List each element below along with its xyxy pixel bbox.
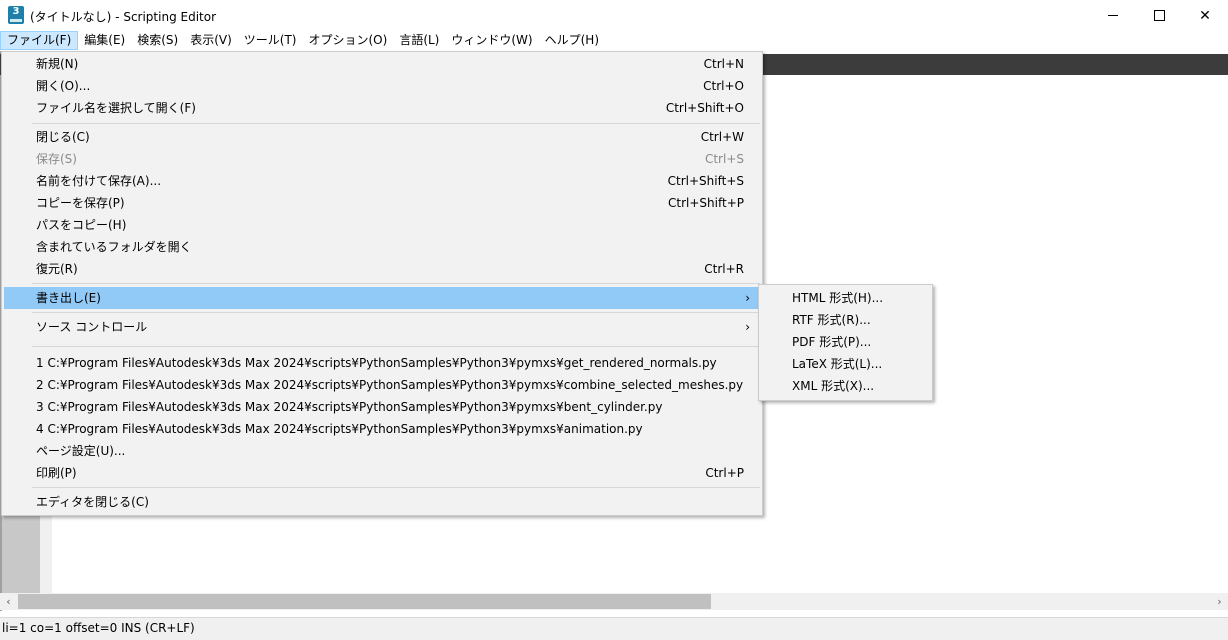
menu-item-label: 印刷(P): [36, 466, 77, 480]
menu-item-label: HTML 形式(H)...: [792, 291, 884, 305]
menu-item-label: 新規(N): [36, 57, 79, 71]
menu-language[interactable]: 言語(L): [393, 31, 445, 50]
menu-item-shortcut: Ctrl+Shift+O: [665, 101, 744, 115]
title-bar: 3 (タイトルなし) - Scripting Editor ✕: [0, 0, 1228, 31]
menu-separator: [32, 487, 760, 488]
menu-item-export[interactable]: 書き出し(E) ›: [4, 287, 760, 309]
menu-item-shortcut: Ctrl+P: [705, 466, 744, 480]
menu-item-source-control[interactable]: ソース コントロール ›: [4, 316, 760, 338]
menu-item-label: 復元(R): [36, 262, 78, 276]
menu-item-label: コピーを保存(P): [36, 196, 125, 210]
export-xml-item[interactable]: XML 形式(X)...: [761, 375, 930, 397]
export-html-item[interactable]: HTML 形式(H)...: [761, 287, 930, 309]
menu-item-label: 開く(O)...: [36, 79, 91, 93]
menu-item-label: ページ設定(U)...: [36, 444, 126, 458]
menu-item-shortcut: Ctrl+S: [704, 152, 744, 166]
menu-item-shortcut: Ctrl+R: [704, 262, 744, 276]
menu-item-label: エディタを閉じる(C): [36, 495, 149, 509]
close-button[interactable]: ✕: [1182, 0, 1228, 31]
menu-separator: [32, 283, 760, 284]
menu-item-label: RTF 形式(R)...: [792, 313, 871, 327]
menu-item-label: LaTeX 形式(L)...: [792, 357, 883, 371]
menu-item-label: 含まれているフォルダを開く: [36, 240, 192, 254]
app-icon-label: 3: [12, 6, 20, 17]
menu-item-label: 書き出し(E): [36, 291, 101, 305]
menu-item-shortcut: Ctrl+Shift+S: [667, 174, 744, 188]
menu-item-close[interactable]: 閉じる(C) Ctrl+W: [4, 126, 760, 148]
horizontal-scrollbar[interactable]: ‹ ›: [0, 593, 1228, 610]
menu-item-open-selected[interactable]: ファイル名を選択して開く(F) Ctrl+Shift+O: [4, 97, 760, 119]
menu-item-label: ファイル名を選択して開く(F): [36, 101, 196, 115]
menu-item-label: 3 C:¥Program Files¥Autodesk¥3ds Max 2024…: [36, 400, 663, 414]
menu-item-recent-4[interactable]: 4 C:¥Program Files¥Autodesk¥3ds Max 2024…: [4, 418, 760, 440]
export-submenu: HTML 形式(H)... RTF 形式(R)... PDF 形式(P)... …: [758, 284, 933, 401]
window-title: (タイトルなし) - Scripting Editor: [30, 10, 217, 24]
export-rtf-item[interactable]: RTF 形式(R)...: [761, 309, 930, 331]
menu-item-label: 名前を付けて保存(A)...: [36, 174, 162, 188]
menu-item-label: 2 C:¥Program Files¥Autodesk¥3ds Max 2024…: [36, 378, 744, 392]
scroll-thumb[interactable]: [18, 594, 711, 609]
menu-item-save-copy[interactable]: コピーを保存(P) Ctrl+Shift+P: [4, 192, 760, 214]
menu-item-save: 保存(S) Ctrl+S: [4, 148, 760, 170]
file-menu-dropdown: 新規(N) Ctrl+N 開く(O)... Ctrl+O ファイル名を選択して開…: [1, 51, 763, 516]
menu-item-open-folder[interactable]: 含まれているフォルダを開く: [4, 236, 760, 258]
app-icon: 3: [8, 6, 24, 24]
menu-tools[interactable]: ツール(T): [238, 31, 303, 50]
menu-search[interactable]: 検索(S): [131, 31, 184, 50]
menu-item-label: 閉じる(C): [36, 130, 90, 144]
export-pdf-item[interactable]: PDF 形式(P)...: [761, 331, 930, 353]
menu-item-page-setup[interactable]: ページ設定(U)...: [4, 440, 760, 462]
menu-item-new[interactable]: 新規(N) Ctrl+N: [4, 53, 760, 75]
menu-item-label: パスをコピー(H): [36, 218, 127, 232]
menu-item-shortcut: Ctrl+Shift+P: [668, 196, 744, 210]
menu-item-label: ソース コントロール: [36, 320, 148, 334]
menu-separator: [32, 123, 760, 124]
menu-separator: [32, 346, 760, 347]
menu-item-label: 1 C:¥Program Files¥Autodesk¥3ds Max 2024…: [36, 356, 717, 370]
menu-file[interactable]: ファイル(F): [0, 31, 79, 50]
menu-item-shortcut: Ctrl+W: [700, 130, 744, 144]
submenu-arrow-icon: ›: [745, 320, 750, 334]
scroll-right-icon[interactable]: ›: [1211, 593, 1228, 610]
menu-edit[interactable]: 編集(E): [78, 31, 131, 50]
menu-item-open[interactable]: 開く(O)... Ctrl+O: [4, 75, 760, 97]
scroll-left-icon[interactable]: ‹: [0, 593, 17, 610]
menu-item-label: 保存(S): [36, 152, 77, 166]
menu-item-recent-2[interactable]: 2 C:¥Program Files¥Autodesk¥3ds Max 2024…: [4, 374, 760, 396]
menu-item-revert[interactable]: 復元(R) Ctrl+R: [4, 258, 760, 280]
close-icon: ✕: [1199, 7, 1211, 24]
menu-item-label: PDF 形式(P)...: [792, 335, 872, 349]
menu-item-recent-3[interactable]: 3 C:¥Program Files¥Autodesk¥3ds Max 2024…: [4, 396, 760, 418]
menu-item-print[interactable]: 印刷(P) Ctrl+P: [4, 462, 760, 484]
menu-item-shortcut: Ctrl+N: [703, 57, 744, 71]
menu-options[interactable]: オプション(O): [303, 31, 394, 50]
menu-item-label: XML 形式(X)...: [792, 379, 875, 393]
menu-view[interactable]: 表示(V): [184, 31, 238, 50]
menu-help[interactable]: ヘルプ(H): [539, 31, 605, 50]
menu-item-shortcut: Ctrl+O: [703, 79, 744, 93]
minimize-button[interactable]: [1090, 0, 1136, 31]
menu-item-label: 4 C:¥Program Files¥Autodesk¥3ds Max 2024…: [36, 422, 643, 436]
menu-window[interactable]: ウィンドウ(W): [445, 31, 538, 50]
menu-item-recent-1[interactable]: 1 C:¥Program Files¥Autodesk¥3ds Max 2024…: [4, 352, 760, 374]
menu-bar: ファイル(F) 編集(E) 検索(S) 表示(V) ツール(T) オプション(O…: [0, 31, 1228, 51]
menu-item-close-editor[interactable]: エディタを閉じる(C): [4, 491, 760, 513]
menu-separator: [32, 312, 760, 313]
export-latex-item[interactable]: LaTeX 形式(L)...: [761, 353, 930, 375]
submenu-arrow-icon: ›: [745, 291, 750, 305]
menu-item-copy-path[interactable]: パスをコピー(H): [4, 214, 760, 236]
menu-item-save-as[interactable]: 名前を付けて保存(A)... Ctrl+Shift+S: [4, 170, 760, 192]
maximize-button[interactable]: [1136, 0, 1182, 31]
status-bar: li=1 co=1 offset=0 INS (CR+LF): [0, 617, 1228, 640]
